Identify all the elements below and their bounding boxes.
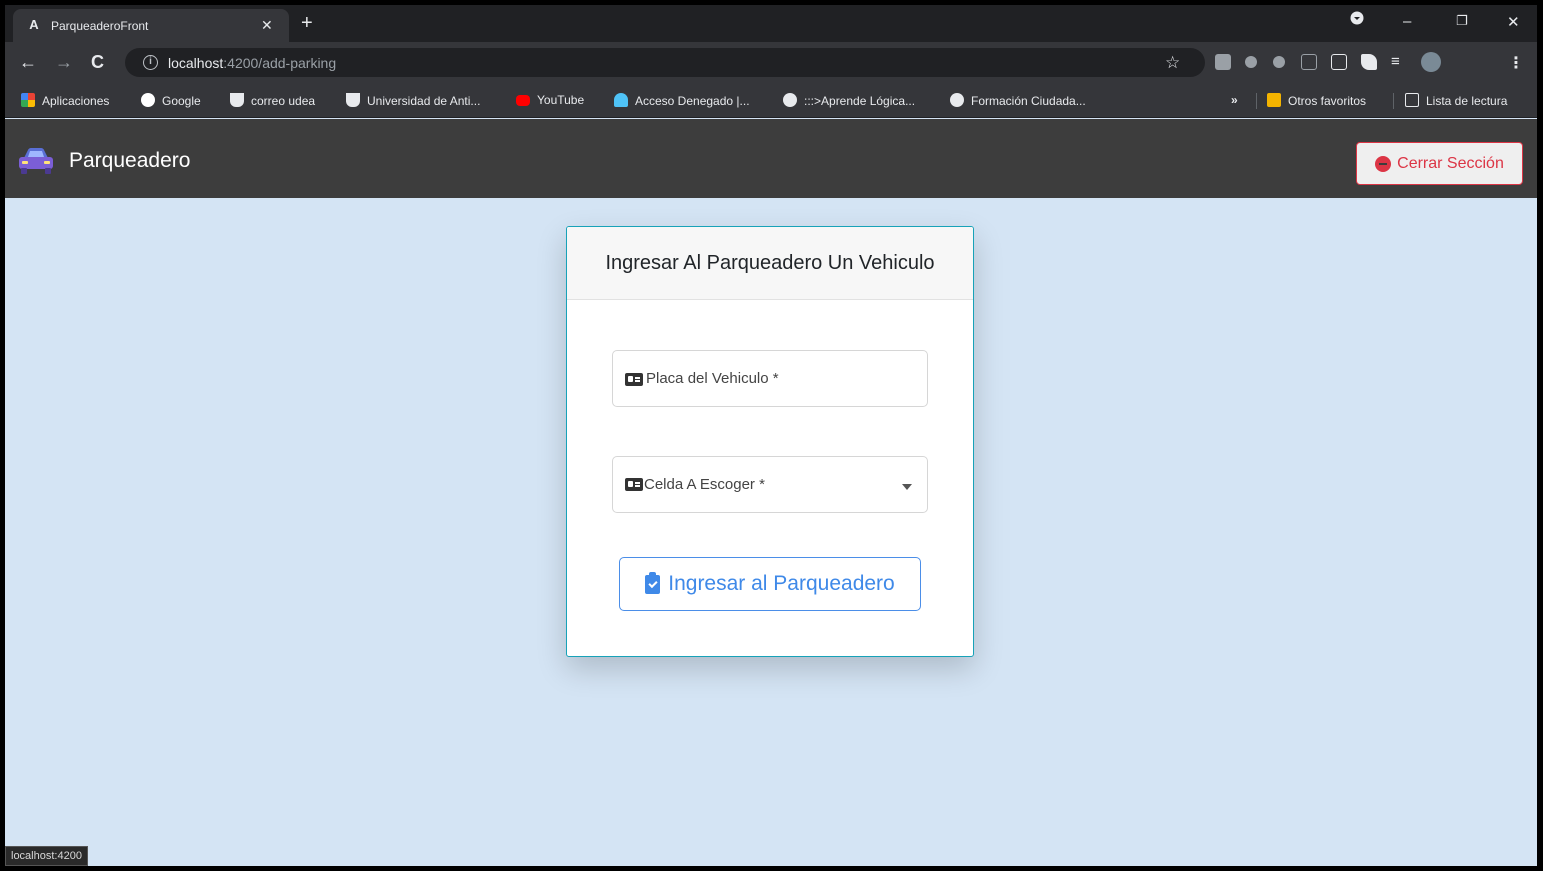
submit-label: Ingresar al Parqueadero <box>668 572 895 595</box>
bookmark-item[interactable]: YouTube <box>516 93 584 107</box>
address-bar[interactable]: i localhost:4200/add-parking ☆ <box>125 48 1205 77</box>
browser-tab[interactable]: A ParqueaderoFront ✕ <box>13 9 289 42</box>
site-info-icon[interactable]: i <box>143 55 158 70</box>
brand-name[interactable]: Parqueadero <box>69 149 190 173</box>
dropdown-caret-icon <box>902 484 912 490</box>
restore-icon[interactable]: ❐ <box>1456 13 1468 29</box>
minimize-icon[interactable]: – <box>1403 13 1411 30</box>
add-parking-card: Ingresar Al Parqueadero Un Vehiculo Plac… <box>566 226 974 657</box>
browser-window: A ParqueaderoFront ✕ + – ❐ ✕ ← → C i loc… <box>5 5 1537 866</box>
extension-icon[interactable] <box>1215 54 1231 70</box>
udea-icon <box>230 93 244 107</box>
logout-label: Cerrar Sección <box>1397 154 1504 172</box>
youtube-icon <box>516 95 530 106</box>
submit-parking-button[interactable]: Ingresar al Parqueadero <box>619 557 921 611</box>
id-card-icon <box>625 478 643 491</box>
reading-list-icon <box>1405 93 1419 107</box>
status-url: localhost:4200 <box>5 846 88 866</box>
globe-icon <box>783 93 797 107</box>
google-icon <box>141 93 155 107</box>
media-queue-icon[interactable]: ≡ <box>1391 53 1400 71</box>
card-title: Ingresar Al Parqueadero Un Vehiculo <box>605 251 935 274</box>
back-icon[interactable]: ← <box>19 53 37 71</box>
bookmark-item[interactable]: Google <box>141 93 201 108</box>
udea-icon <box>346 93 360 107</box>
bookmark-item[interactable]: Aplicaciones <box>21 93 109 108</box>
car-logo-icon <box>19 148 53 174</box>
bookmark-item[interactable]: Otros favoritos <box>1267 93 1366 108</box>
plate-input[interactable]: Placa del Vehiculo * <box>612 350 928 407</box>
angular-favicon-icon: A <box>29 17 39 32</box>
extension-icon[interactable] <box>1273 56 1285 68</box>
extension-icon[interactable] <box>1245 56 1257 68</box>
cell-select[interactable]: Celda A Escoger * <box>612 456 928 513</box>
clipboard-check-icon <box>645 571 661 594</box>
id-card-icon <box>625 373 643 386</box>
bookmark-star-icon[interactable]: ☆ <box>1165 53 1180 73</box>
browser-toolbar: ← → C i localhost:4200/add-parking ☆ ≡ ⋮ <box>5 42 1537 84</box>
profile-menu-icon[interactable] <box>1350 11 1364 29</box>
avatar[interactable] <box>1421 52 1441 72</box>
apps-grid-icon <box>21 93 35 107</box>
card-header: Ingresar Al Parqueadero Un Vehiculo <box>567 227 973 300</box>
extension-icon[interactable] <box>1301 54 1317 70</box>
plate-input-label: Placa del Vehiculo * <box>646 370 779 387</box>
folder-icon <box>1267 93 1281 107</box>
access-icon <box>614 93 628 107</box>
logout-button[interactable]: Cerrar Sección <box>1356 142 1523 185</box>
close-window-icon[interactable]: ✕ <box>1507 13 1520 31</box>
address-url: localhost:4200/add-parking <box>168 55 337 71</box>
bookmarks-overflow-icon[interactable]: » <box>1231 93 1238 107</box>
globe-icon <box>950 93 964 107</box>
tab-close-icon[interactable]: ✕ <box>261 17 273 34</box>
logout-icon <box>1375 155 1392 172</box>
bookmark-item[interactable]: :::>Aprende Lógica... <box>783 93 915 108</box>
notion-icon[interactable] <box>1331 54 1347 70</box>
new-tab-icon[interactable]: + <box>301 13 313 33</box>
tab-strip: A ParqueaderoFront ✕ + – ❐ ✕ <box>5 5 1537 42</box>
bookmark-item[interactable]: Acceso Denegado |... <box>614 93 750 108</box>
bookmark-item[interactable]: correo udea <box>230 93 315 108</box>
bookmark-separator <box>1393 93 1394 109</box>
cell-select-label: Celda A Escoger * <box>644 476 765 493</box>
bookmarks-bar: Aplicaciones Google correo udea Universi… <box>5 84 1537 118</box>
bookmark-item[interactable]: Formación Ciudada... <box>950 93 1086 108</box>
bookmark-item[interactable]: Universidad de Anti... <box>346 93 480 108</box>
bookmark-separator <box>1256 93 1257 109</box>
forward-icon[interactable]: → <box>55 53 73 71</box>
browser-menu-icon[interactable]: ⋮ <box>1508 53 1524 73</box>
app-navbar: Parqueadero Cerrar Sección <box>5 119 1537 198</box>
reload-icon[interactable]: C <box>91 53 104 71</box>
extensions-puzzle-icon[interactable] <box>1361 54 1377 70</box>
bookmark-item[interactable]: Lista de lectura <box>1405 93 1507 108</box>
tab-title: ParqueaderoFront <box>51 19 149 33</box>
